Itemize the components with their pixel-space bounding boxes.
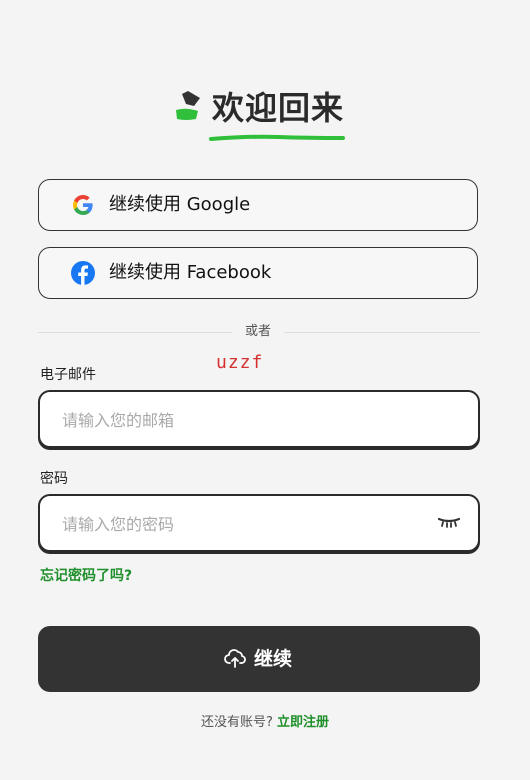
email-label: 电子邮件 [40,367,96,383]
password-label: 密码 [40,471,68,487]
email-field-container [38,390,480,448]
email-input[interactable] [60,392,424,448]
logo-icon [176,91,200,120]
facebook-login-button[interactable]: 继续使用 Facebook [38,247,478,299]
cloud-upload-icon [224,649,246,668]
continue-button-label: 继续 [254,648,293,670]
watermark: uzzf [216,352,264,373]
divider-line-right [284,332,480,333]
google-button-label: 继续使用 Google [109,194,251,215]
divider-line-left [38,332,232,333]
header: 欢迎回来 [0,88,530,148]
divider-text: 或者 [244,324,271,339]
password-field-container [38,494,480,552]
google-login-button[interactable]: 继续使用 Google [38,179,478,231]
title-underline [209,134,345,141]
password-input[interactable] [60,496,424,552]
forgot-password-link[interactable]: 忘记密码了吗? [40,565,132,585]
signup-link[interactable]: 立即注册 [277,715,329,730]
google-icon [72,195,93,216]
signup-prompt-text: 还没有账号? [200,715,273,730]
eye-closed-icon[interactable] [438,516,460,530]
facebook-icon [71,261,95,285]
or-divider: 或者 [38,322,480,342]
facebook-button-label: 继续使用 Facebook [109,262,272,283]
signup-prompt: 还没有账号? 立即注册 [0,711,530,730]
page-title: 欢迎回来 [212,89,345,127]
continue-button[interactable]: 继续 [38,626,480,692]
